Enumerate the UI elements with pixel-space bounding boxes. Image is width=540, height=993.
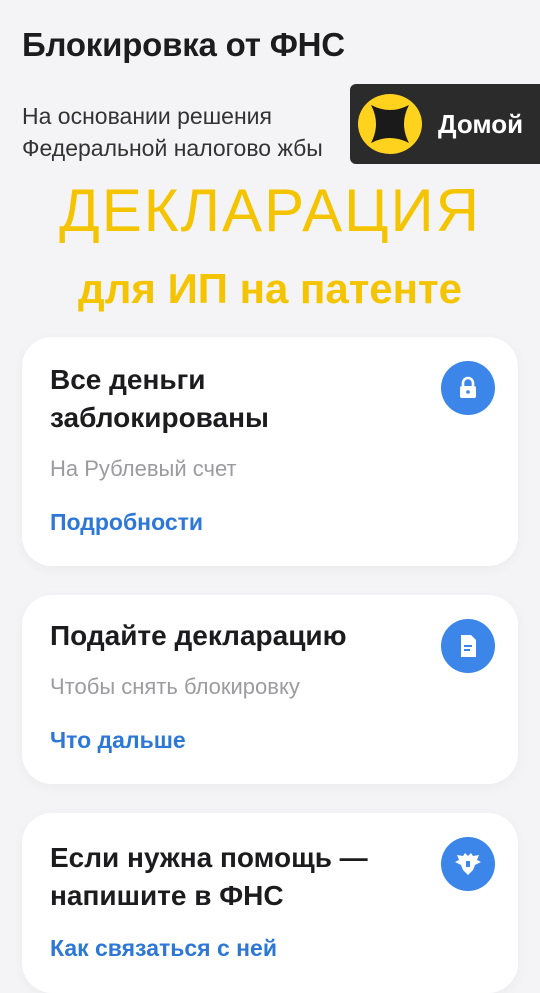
card-title-line-1: Все деньги: [50, 364, 206, 395]
card-title-line-1: Если нужна помощь —: [50, 842, 368, 873]
eagle-emblem-icon: [441, 837, 495, 891]
promo-subtitle: для ИП на патенте: [78, 265, 462, 312]
document-icon: [441, 619, 495, 673]
submit-declaration-card[interactable]: Подайте декларацию Чтобы снять блокировк…: [22, 595, 518, 784]
home-button[interactable]: Домой: [350, 84, 540, 164]
card-subtitle: Чтобы снять блокировку: [50, 674, 300, 699]
help-card[interactable]: Если нужна помощь — напишите в ФНС Как с…: [22, 813, 518, 993]
page-title: Блокировка от ФНС: [22, 26, 345, 63]
contact-link[interactable]: Как связаться с ней: [50, 935, 277, 962]
card-title: Все деньги заблокированы: [50, 361, 430, 437]
card-title-line-2: заблокированы: [50, 402, 269, 433]
lock-icon: [441, 361, 495, 415]
logo-icon: [358, 94, 422, 154]
promo-title: ДЕКЛАРАЦИЯ: [59, 177, 481, 244]
card-title-line-2: напишите в ФНС: [50, 880, 284, 911]
next-steps-link[interactable]: Что дальше: [50, 727, 186, 754]
card-subtitle: На Рублевый счет: [50, 456, 237, 481]
card-title: Если нужна помощь — напишите в ФНС: [50, 839, 430, 915]
card-title: Подайте декларацию: [50, 620, 347, 651]
details-link[interactable]: Подробности: [50, 509, 203, 536]
home-label: Домой: [438, 109, 524, 139]
blocked-money-card[interactable]: Все деньги заблокированы На Рублевый сче…: [22, 337, 518, 566]
